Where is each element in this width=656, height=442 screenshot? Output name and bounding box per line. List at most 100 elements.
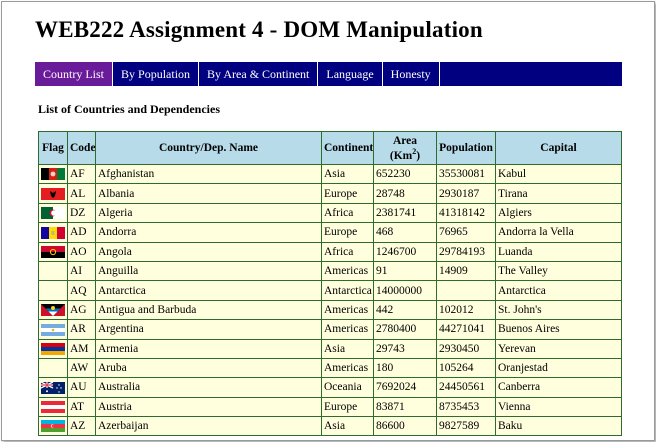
- table-row: AU Australia Oceania 7692024 24450561 Canberr…: [38, 377, 622, 398]
- capital-cell: The Valley: [495, 260, 622, 282]
- name-cell: Andorra: [95, 222, 322, 243]
- table-row: AO Angola Africa 1246700 29784193 Luanda: [38, 241, 622, 262]
- capital-cell: Buenos Aires: [495, 319, 622, 340]
- code-cell: AQ: [67, 280, 96, 301]
- continent-cell: Antarctica: [321, 280, 374, 301]
- area-cell: 2381741: [373, 202, 437, 224]
- capital-cell: Kabul: [495, 163, 622, 185]
- area-cell: 28748: [373, 183, 437, 204]
- code-cell: AO: [67, 241, 96, 262]
- capital-cell: Luanda: [495, 241, 622, 262]
- flag-cell: [38, 377, 68, 398]
- continent-cell: Oceania: [321, 377, 374, 398]
- table-row: AR Argentina Americas 2780400 44271041 Buenos…: [38, 319, 622, 340]
- flag-cell: [38, 299, 68, 321]
- capital-cell: Vienna: [495, 396, 622, 418]
- area-cell: 468: [373, 222, 437, 243]
- window-frame: WEB222 Assignment 4 - DOM Manipulation C…: [1, 1, 655, 441]
- capital-cell: Yerevan: [495, 338, 622, 359]
- flag-cell: [38, 416, 68, 437]
- nav-link-language[interactable]: Language: [318, 62, 383, 86]
- flag-cell: [38, 338, 68, 359]
- nav-link-country-list[interactable]: Country List: [35, 62, 114, 86]
- area-cell: 180: [373, 357, 437, 379]
- population-cell: 35530081: [436, 163, 496, 185]
- flag-cell: [38, 280, 68, 301]
- continent-cell: Africa: [321, 241, 374, 262]
- code-cell: AD: [67, 222, 96, 243]
- al-flag-icon: [41, 187, 65, 200]
- capital-cell: Tirana: [495, 183, 622, 204]
- name-cell: Armenia: [95, 338, 322, 359]
- name-cell: Angola: [95, 241, 322, 262]
- code-cell: AM: [67, 338, 96, 359]
- flag-cell: [38, 183, 68, 204]
- population-cell: [436, 280, 496, 301]
- section-heading: List of Countries and Dependencies: [38, 102, 221, 116]
- area-cell: 652230: [373, 163, 437, 185]
- code-cell: AI: [67, 260, 96, 282]
- country-table-wrapper: Flag Code Country/Dep. Name Continent Ar…: [38, 131, 622, 437]
- flag-cell: [38, 163, 68, 185]
- table-header-row: Flag Code Country/Dep. Name Continent Ar…: [38, 131, 622, 165]
- area-cell: 442: [373, 299, 437, 321]
- area-cell: 86600: [373, 416, 437, 437]
- header-area-unit: (Km: [389, 149, 413, 162]
- name-cell: Antarctica: [95, 280, 322, 301]
- header-population: Population: [436, 131, 496, 165]
- capital-cell: Algiers: [495, 202, 622, 224]
- area-cell: 7692024: [373, 377, 437, 398]
- population-cell: 8735453: [436, 396, 496, 418]
- flag-cell: [38, 319, 68, 340]
- population-cell: 2930187: [436, 183, 496, 204]
- af-flag-icon: [41, 168, 65, 181]
- name-cell: Anguilla: [95, 260, 322, 282]
- capital-cell: St. John's: [495, 299, 622, 321]
- nav-link-by-area-continent[interactable]: By Area & Continent: [199, 62, 319, 86]
- header-area-close: ): [416, 149, 421, 162]
- code-cell: AZ: [67, 416, 96, 437]
- table-row: AW Aruba Americas 180 105264 Oranjestad: [38, 357, 622, 379]
- flag-cell: [38, 241, 68, 262]
- table-row: AF Afghanistan Asia 652230 35530081 Kabul: [38, 163, 622, 185]
- nav-link-by-population[interactable]: By Population: [113, 62, 200, 86]
- header-code: Code: [67, 131, 96, 165]
- population-cell: 14909: [436, 260, 496, 282]
- table-row: AQ Antarctica Antarctica 14000000 Antarctica: [38, 280, 622, 301]
- ao-flag-icon: [41, 245, 65, 258]
- flag-cell: [38, 396, 68, 418]
- au-flag-icon: [41, 381, 65, 394]
- capital-cell: Oranjestad: [495, 357, 622, 379]
- area-cell: 83871: [373, 396, 437, 418]
- name-cell: Australia: [95, 377, 322, 398]
- code-cell: AL: [67, 183, 96, 204]
- code-cell: AF: [67, 163, 96, 185]
- name-cell: Algeria: [95, 202, 322, 224]
- flag-cell: [38, 202, 68, 224]
- ad-flag-icon: [41, 226, 65, 239]
- area-cell: 2780400: [373, 319, 437, 340]
- table-row: AL Albania Europe 28748 2930187 Tirana: [38, 183, 622, 204]
- ag-flag-icon: [41, 304, 65, 317]
- flag-cell: [38, 357, 68, 379]
- continent-cell: Americas: [321, 299, 374, 321]
- population-cell: 41318142: [436, 202, 496, 224]
- capital-cell: Antarctica: [495, 280, 622, 301]
- header-continent: Continent: [321, 131, 374, 165]
- table-row: AM Armenia Asia 29743 2930450 Yerevan: [38, 338, 622, 359]
- name-cell: Azerbaijan: [95, 416, 322, 437]
- dz-flag-icon: [41, 207, 65, 220]
- header-capital: Capital: [495, 131, 622, 165]
- code-cell: AW: [67, 357, 96, 379]
- table-row: AD Andorra Europe 468 76965 Andorra la Vella: [38, 222, 622, 243]
- capital-cell: Andorra la Vella: [495, 222, 622, 243]
- header-area-label: Area: [392, 134, 418, 147]
- code-cell: AR: [67, 319, 96, 340]
- area-cell: 91: [373, 260, 437, 282]
- code-cell: AU: [67, 377, 96, 398]
- flag-cell: [38, 260, 68, 282]
- code-cell: AG: [67, 299, 96, 321]
- population-cell: 9827589: [436, 416, 496, 437]
- nav-link-honesty[interactable]: Honesty: [383, 62, 440, 86]
- code-cell: AT: [67, 396, 96, 418]
